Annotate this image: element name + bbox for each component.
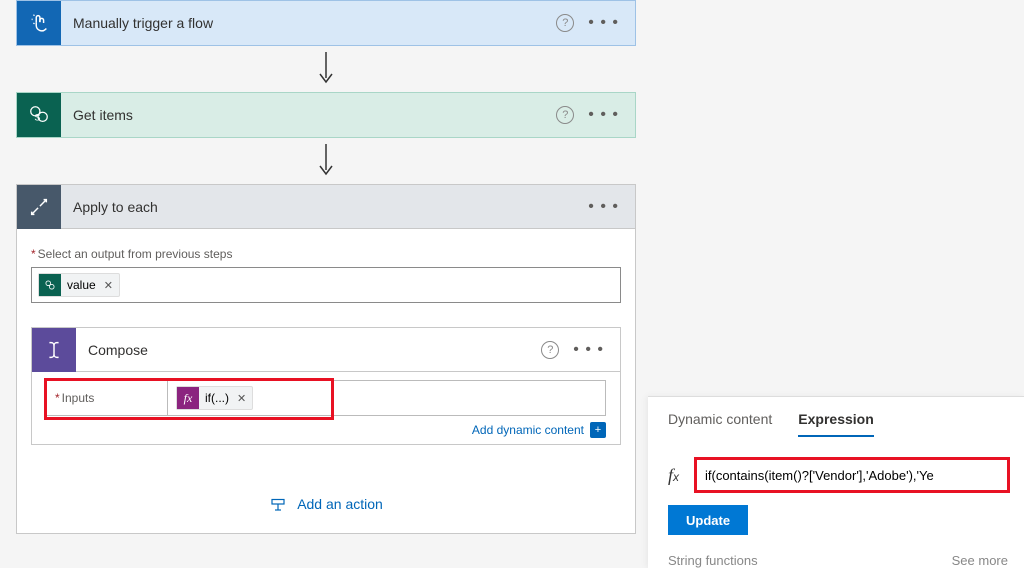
expression-input[interactable]: if(contains(item()?['Vendor'],'Adobe'),'… — [696, 459, 1008, 491]
get-items-title: Get items — [61, 107, 556, 123]
plus-icon[interactable]: + — [590, 422, 606, 438]
sharepoint-chip-icon — [39, 274, 61, 296]
svg-text:S: S — [34, 113, 40, 123]
sharepoint-icon: S — [17, 93, 61, 137]
more-icon[interactable]: • • • — [588, 107, 619, 123]
apply-to-each-card: Apply to each • • • *Select an output fr… — [16, 184, 636, 534]
loop-icon — [17, 185, 61, 229]
inputs-row[interactable]: *Inputs fx if(...) ✕ — [46, 380, 606, 416]
tab-dynamic-content[interactable]: Dynamic content — [668, 411, 772, 437]
remove-token-icon[interactable]: ✕ — [104, 279, 113, 292]
select-output-label: *Select an output from previous steps — [31, 247, 621, 261]
get-items-card[interactable]: S Get items ? • • • — [16, 92, 636, 138]
select-output-field[interactable]: value ✕ — [31, 267, 621, 303]
help-icon[interactable]: ? — [556, 106, 574, 124]
add-action-button[interactable]: Add an action — [31, 495, 621, 513]
trigger-card[interactable]: Manually trigger a flow ? • • • — [16, 0, 636, 46]
apply-to-each-header[interactable]: Apply to each • • • — [17, 185, 635, 229]
trigger-title: Manually trigger a flow — [61, 15, 556, 31]
compose-icon — [32, 328, 76, 372]
update-button[interactable]: Update — [668, 505, 748, 535]
help-icon[interactable]: ? — [541, 341, 559, 359]
apply-to-each-title: Apply to each — [61, 199, 588, 215]
inputs-label: *Inputs — [47, 391, 167, 405]
expression-panel: Dynamic content Expression fx if(contain… — [648, 396, 1024, 568]
tab-expression[interactable]: Expression — [798, 411, 873, 437]
connector-arrow — [16, 52, 636, 86]
compose-card: Compose ? • • • *Inputs fx if(...) ✕ — [31, 327, 621, 445]
value-token-label: value — [67, 278, 96, 292]
string-functions-label: String functions — [668, 553, 758, 568]
touch-icon — [17, 1, 61, 45]
compose-title: Compose — [76, 342, 541, 358]
fx-icon: fx — [668, 465, 696, 486]
help-icon[interactable]: ? — [556, 14, 574, 32]
add-action-icon — [269, 495, 287, 513]
fx-token-label: if(...) — [205, 391, 229, 405]
fx-chip-icon: fx — [177, 387, 199, 409]
inputs-field[interactable]: fx if(...) ✕ — [167, 381, 605, 415]
more-icon[interactable]: • • • — [588, 15, 619, 31]
add-dynamic-content-link[interactable]: Add dynamic content — [472, 423, 584, 437]
more-icon[interactable]: • • • — [573, 342, 604, 358]
connector-arrow — [16, 144, 636, 178]
remove-token-icon[interactable]: ✕ — [237, 392, 246, 405]
fx-token[interactable]: fx if(...) ✕ — [176, 386, 253, 410]
more-icon[interactable]: • • • — [588, 199, 619, 215]
see-more-link[interactable]: See more — [952, 553, 1008, 568]
compose-header[interactable]: Compose ? • • • — [32, 328, 620, 372]
value-token[interactable]: value ✕ — [38, 273, 120, 297]
